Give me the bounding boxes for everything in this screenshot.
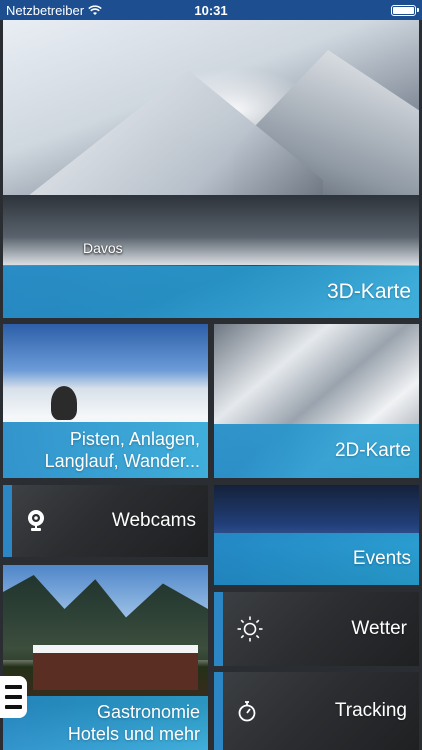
sun-icon [236,615,264,643]
battery-icon [391,4,419,16]
tile-gastronomie[interactable]: Gastronomie Hotels und mehr [3,565,208,750]
tile-gastronomie-label: Gastronomie Hotels und mehr [68,701,200,746]
tile-wetter-label: Wetter [351,618,407,640]
hamburger-menu-button[interactable] [0,676,27,718]
tile-2d-karte[interactable]: 2D-Karte [214,324,419,478]
tile-webcams[interactable]: Webcams [3,485,208,557]
tile-events[interactable]: Events [214,485,419,585]
carrier-name: Netzbetreiber [6,2,85,18]
tile-3d-karte-bar: 3D-Karte [3,266,419,318]
tile-webcams-row: Webcams [3,485,208,557]
tile-pisten-bar: Pisten, Anlagen, Langlauf, Wander... [3,422,208,478]
skier-image [51,386,77,420]
place-label-davos: Davos [83,240,123,256]
wifi-icon [88,4,102,16]
tile-tracking-label: Tracking [334,700,407,722]
tile-gastronomie-label-line2: Hotels und mehr [67,724,200,744]
status-bar: Netzbetreiber 10:31 [0,0,422,20]
tile-webcams-label: Webcams [111,510,196,532]
webcam-icon [25,509,47,533]
tile-3d-karte-label: 3D-Karte [326,279,411,303]
tile-tracking[interactable]: Tracking [214,672,419,750]
valley-image [3,195,419,265]
tile-tracking-row: Tracking [214,672,419,750]
tile-pisten-label-line1: Pisten, Anlagen, [69,428,200,449]
stopwatch-icon [236,699,258,723]
tile-pisten-label: Pisten, Anlagen, Langlauf, Wander... [45,428,200,473]
tile-pisten-label-line2: Langlauf, Wander... [44,451,200,471]
menu-line-icon [5,695,22,699]
tile-wetter-row: Wetter [214,592,419,666]
tile-pisten[interactable]: Pisten, Anlagen, Langlauf, Wander... [3,324,208,478]
tile-events-bar: Events [214,533,419,585]
tile-2d-karte-label: 2D-Karte [334,440,411,462]
tile-wetter[interactable]: Wetter [214,592,419,666]
menu-line-icon [5,685,22,689]
tile-3d-karte[interactable]: Davos 3D-Karte [3,20,419,318]
menu-line-icon [5,705,22,709]
tile-gastronomie-bar: Gastronomie Hotels und mehr [3,696,208,750]
carrier-group: Netzbetreiber [6,3,102,18]
tile-gastronomie-label-line1: Gastronomie [96,701,200,722]
chalet-image [33,645,198,690]
tile-events-label: Events [352,548,411,570]
tile-2d-karte-bar: 2D-Karte [214,424,419,478]
